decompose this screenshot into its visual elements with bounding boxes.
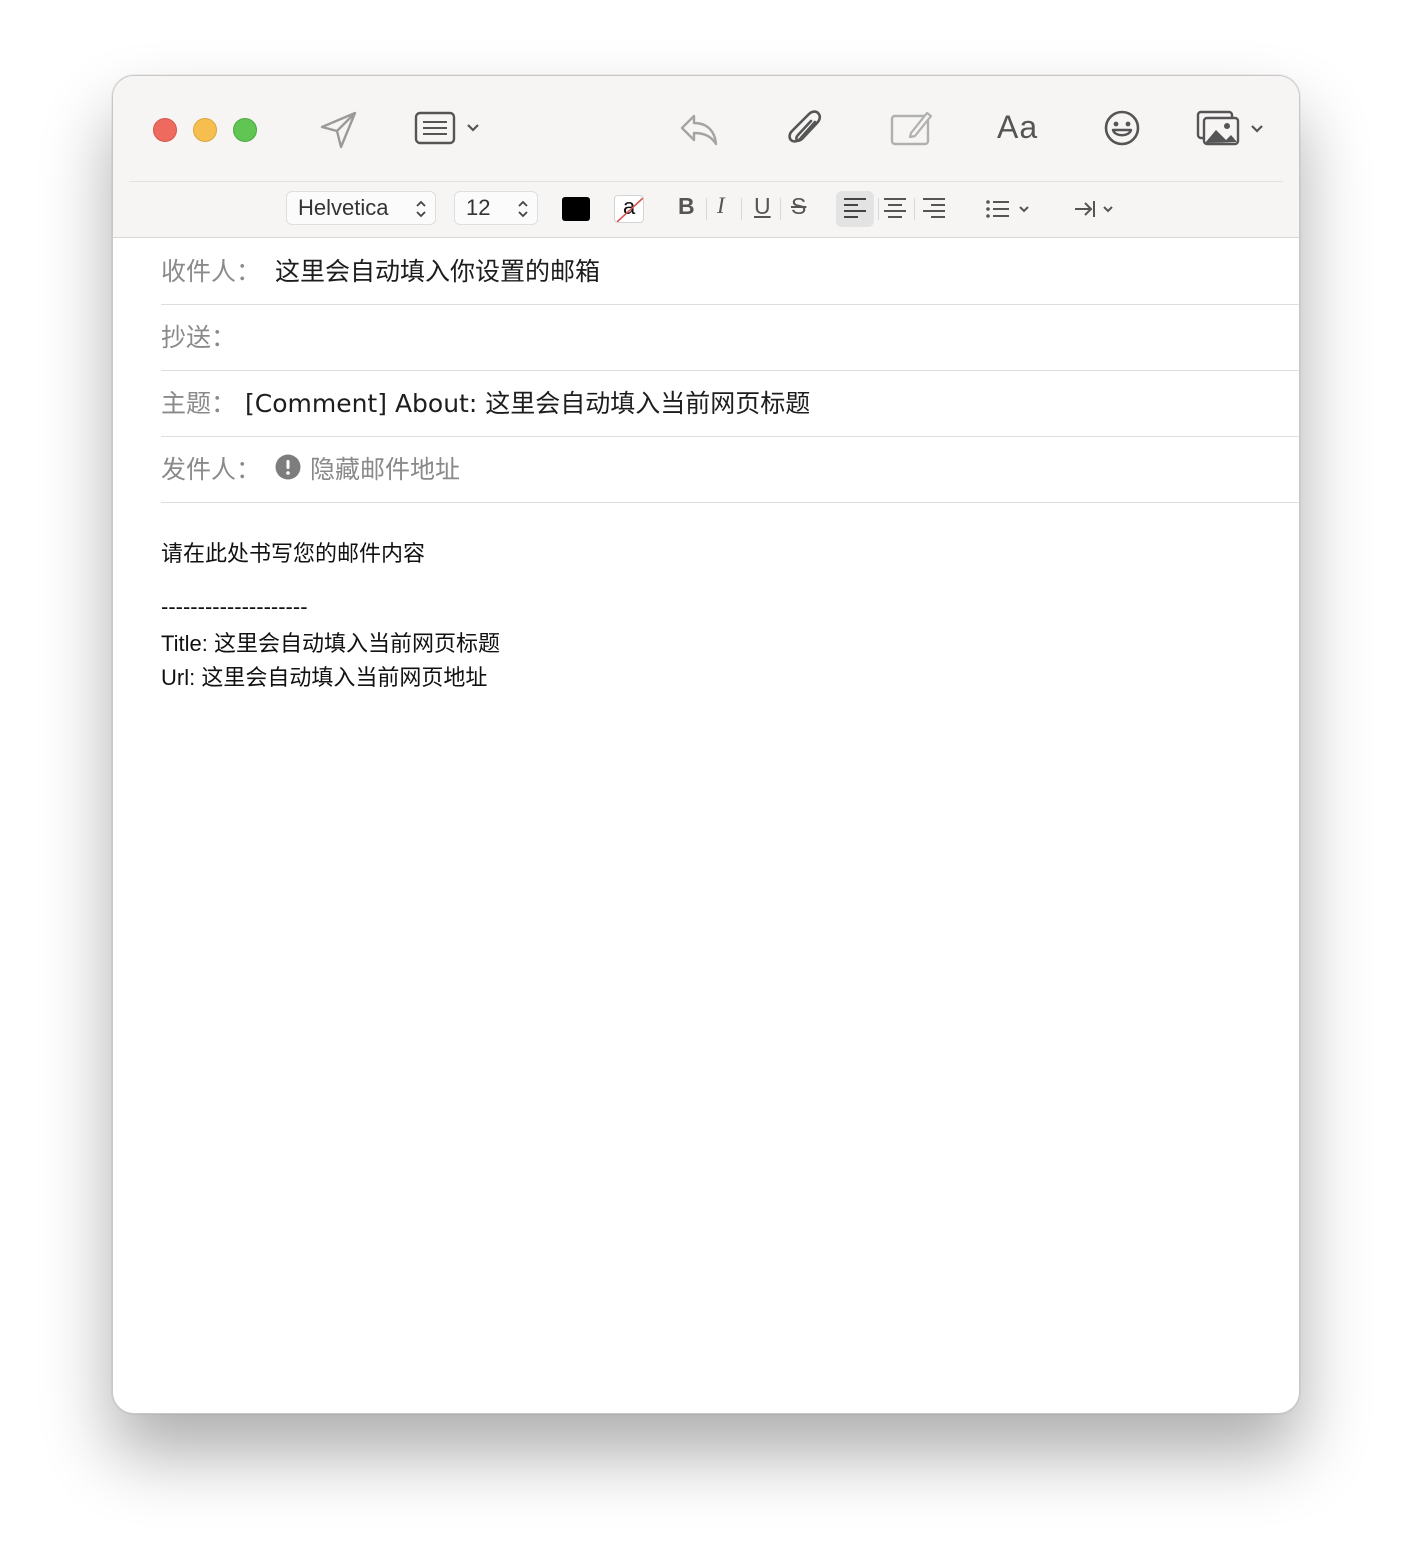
bold-button[interactable]: B: [678, 193, 695, 220]
from-label: 发件人：: [161, 455, 262, 484]
from-row: 发件人： 隐藏邮件地址: [161, 436, 1299, 503]
background-color-well[interactable]: a: [614, 195, 644, 223]
indent-icon[interactable]: [1073, 197, 1117, 221]
font-size-value: 12: [466, 195, 491, 220]
body-title-line[interactable]: Title: 这里会自动填入当前网页标题: [161, 626, 500, 658]
align-left-icon[interactable]: [843, 197, 867, 219]
mail-compose-window: Aa Helvetica 12 a B I U S 收件人： 这里会自动填入你设…: [112, 75, 1300, 1414]
divider: [878, 198, 879, 220]
to-row: 收件人： 这里会自动填入你设置的邮箱: [161, 238, 1299, 305]
body-intro[interactable]: 请在此处书写您的邮件内容: [161, 536, 425, 568]
font-family-select[interactable]: Helvetica: [286, 191, 436, 225]
divider: [706, 198, 707, 220]
font-family-value: Helvetica: [298, 195, 389, 220]
no-color-slash-icon: [616, 197, 643, 222]
underline-button[interactable]: U: [754, 193, 771, 220]
photo-browser-icon[interactable]: [1196, 108, 1270, 150]
divider: [780, 198, 781, 220]
alert-icon: [275, 454, 301, 480]
body-url-line[interactable]: Url: 这里会自动填入当前网页地址: [161, 660, 487, 692]
minimize-window-button[interactable]: [193, 118, 217, 142]
stepper-arrows-icon: [416, 200, 426, 218]
subject-row: 主题： [Comment] About: 这里会自动填入当前网页标题: [161, 370, 1299, 437]
attachment-icon[interactable]: [785, 108, 825, 152]
align-right-icon[interactable]: [922, 197, 946, 219]
italic-button[interactable]: I: [717, 193, 725, 219]
text-color-well[interactable]: [562, 197, 590, 221]
divider: [914, 198, 915, 220]
toolbar: Aa Helvetica 12 a B I U S: [113, 76, 1299, 238]
toolbar-divider: [129, 181, 1283, 182]
header-fields-icon[interactable]: [414, 110, 486, 148]
markup-icon[interactable]: [889, 108, 933, 150]
align-center-icon[interactable]: [883, 197, 907, 219]
cc-field[interactable]: [245, 318, 1145, 348]
subject-field[interactable]: [Comment] About: 这里会自动填入当前网页标题: [245, 384, 810, 420]
cc-label: 抄送：: [161, 323, 237, 352]
reply-icon[interactable]: [678, 110, 720, 150]
body-separator[interactable]: --------------------: [161, 594, 308, 620]
zoom-window-button[interactable]: [233, 118, 257, 142]
send-icon[interactable]: [319, 110, 359, 150]
emoji-icon[interactable]: [1103, 109, 1141, 147]
cc-row: 抄送：: [161, 304, 1299, 371]
from-field[interactable]: 隐藏邮件地址: [310, 450, 460, 486]
stepper-arrows-icon: [518, 200, 528, 218]
divider: [741, 198, 742, 220]
to-label: 收件人：: [161, 257, 262, 286]
to-field[interactable]: 这里会自动填入你设置的邮箱: [275, 252, 600, 288]
subject-label: 主题：: [161, 389, 237, 418]
format-button[interactable]: Aa: [997, 109, 1038, 146]
list-icon[interactable]: [985, 198, 1033, 220]
close-window-button[interactable]: [153, 118, 177, 142]
font-size-select[interactable]: 12: [454, 191, 538, 225]
strikethrough-button[interactable]: S: [791, 193, 806, 220]
